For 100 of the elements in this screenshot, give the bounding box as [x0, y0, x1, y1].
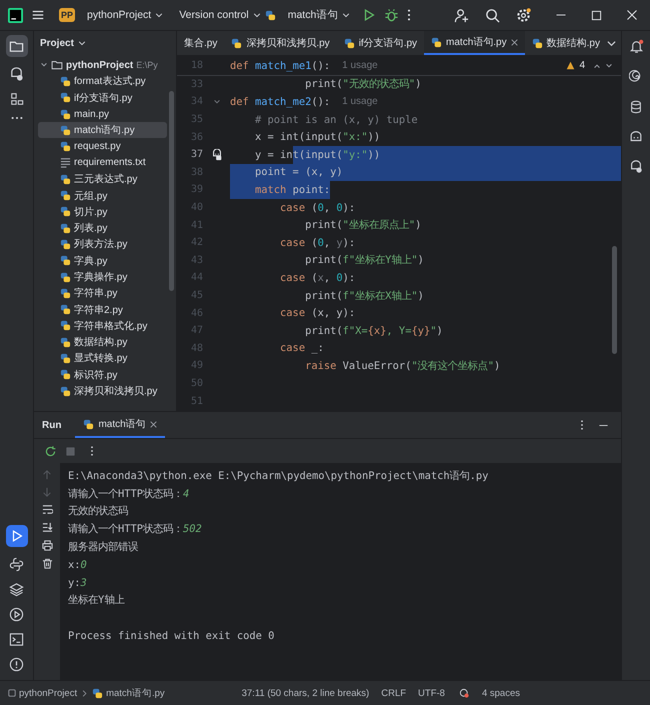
python-file-icon: [231, 38, 242, 48]
code-text: raise: [304, 358, 338, 374]
file-item[interactable]: 字符串2.py: [38, 301, 167, 318]
maximize-icon[interactable]: [591, 10, 602, 20]
code-text: )): [368, 130, 380, 146]
menu-icon[interactable]: [31, 8, 45, 22]
file-item[interactable]: 列表方法.py: [38, 236, 167, 253]
notifications-icon[interactable]: [628, 39, 644, 54]
console-line: 坐标在Y轴上: [68, 593, 126, 608]
layers-icon[interactable]: [9, 582, 24, 597]
tree-item[interactable]: pythonProject E:\Py: [34, 57, 176, 74]
more-icon[interactable]: [407, 8, 412, 22]
code-text: "坐标在原点上": [342, 218, 416, 234]
project-tool-button[interactable]: [6, 35, 28, 57]
folder-path: E:\Py: [136, 60, 158, 70]
vcs-dropdown[interactable]: Version control: [175, 7, 265, 23]
panel-title: Run: [42, 420, 62, 430]
print-icon[interactable]: [42, 540, 52, 551]
structure-icon[interactable]: [10, 92, 24, 106]
file-item[interactable]: 字符串格式化.py: [38, 318, 167, 334]
warning-icon[interactable]: [566, 61, 576, 70]
python-file-icon: [60, 141, 71, 152]
more-icon[interactable]: [90, 445, 94, 457]
file-item[interactable]: 深拷贝和浅拷贝.py: [38, 382, 167, 400]
code-text: ():: [311, 94, 330, 110]
problems-icon[interactable]: [9, 657, 24, 672]
chevron-down-icon: [78, 39, 86, 47]
code-text: "y:": [342, 146, 368, 164]
code-text: print(: [304, 218, 343, 234]
inspection-icon[interactable]: [458, 688, 470, 698]
line-number: 37: [190, 149, 203, 160]
editor-tab[interactable]: match语句.py: [424, 31, 525, 55]
spiral-icon[interactable]: [629, 70, 643, 84]
console-line: y:3: [68, 576, 88, 591]
code-text: {y}: [411, 324, 430, 339]
breadcrumb-item[interactable]: match语句.py: [106, 686, 165, 700]
text-file-icon: [60, 157, 71, 168]
file-item[interactable]: 切片.py: [38, 204, 167, 220]
breadcrumb-item[interactable]: pythonProject: [19, 688, 78, 698]
chevron-down-icon: [155, 11, 164, 19]
project-view-dropdown[interactable]: Project: [34, 36, 92, 50]
console-line: Process finished with exit code 0: [68, 629, 276, 644]
code-text: (x, y):: [311, 306, 356, 322]
file-item[interactable]: if分支语句.py: [38, 90, 167, 106]
file-item[interactable]: main.py: [38, 106, 167, 122]
file-item[interactable]: match语句.py: [38, 122, 167, 138]
file-item[interactable]: 显式转换.py: [38, 350, 167, 367]
editor-tab[interactable]: if分支语句.py: [336, 31, 424, 55]
run-config-dropdown[interactable]: match语句: [284, 6, 354, 24]
file-item[interactable]: 标识符.py: [38, 366, 167, 383]
editor-tab[interactable]: 集合.py: [177, 31, 224, 55]
python-file-icon: [60, 336, 71, 348]
python-file-icon: [60, 369, 71, 380]
line-separator[interactable]: CRLF: [381, 688, 406, 698]
python-file-icon: [92, 688, 104, 698]
console-line: 请输入一个HTTP状态码：502: [68, 522, 203, 538]
indent-setting[interactable]: 4 spaces: [482, 688, 520, 698]
caret-position[interactable]: 37:11 (50 chars, 2 line breaks): [242, 688, 370, 698]
file-item[interactable]: 字典操作.py: [38, 268, 167, 286]
python-file-icon: [60, 174, 71, 185]
file-item[interactable]: format表达式.py: [38, 73, 167, 90]
more-icon[interactable]: [580, 419, 584, 431]
file-encoding[interactable]: UTF-8: [418, 688, 445, 698]
fold-chevron-icon[interactable]: [212, 98, 220, 106]
bug-icon[interactable]: [384, 8, 400, 22]
file-item[interactable]: 字典.py: [38, 252, 167, 269]
search-icon[interactable]: [485, 8, 500, 22]
warning-count[interactable]: 4: [579, 60, 585, 71]
run-tool-button[interactable]: [6, 525, 28, 547]
database-icon[interactable]: [629, 100, 643, 114]
editor-tab[interactable]: 深拷贝和浅拷贝.py: [224, 31, 337, 55]
more-icon[interactable]: [10, 116, 24, 120]
run-icon[interactable]: [362, 8, 376, 22]
close-icon[interactable]: [150, 420, 157, 428]
file-item[interactable]: request.py: [38, 138, 167, 155]
settings-icon[interactable]: [516, 8, 531, 22]
code-text: (: [311, 236, 318, 251]
editor-tab[interactable]: 数据结构.py: [524, 31, 607, 55]
file-item[interactable]: requirements.txt: [38, 154, 167, 172]
code-text: print(: [304, 288, 343, 304]
file-item[interactable]: 三元表达式.py: [38, 171, 167, 188]
file-item[interactable]: 数据结构.py: [38, 334, 167, 350]
console-line: x:0: [68, 558, 88, 573]
project-dropdown[interactable]: pythonProject: [83, 7, 168, 23]
code-text: ): [415, 218, 422, 234]
play-circle-icon[interactable]: [9, 607, 24, 622]
close-icon[interactable]: [510, 38, 518, 46]
trash-icon[interactable]: [42, 558, 52, 569]
code-text: ": [430, 324, 436, 339]
scroll-to-end-icon[interactable]: [42, 522, 52, 533]
chevron-down-icon[interactable]: [605, 62, 613, 70]
file-item[interactable]: 字符串.py: [38, 285, 167, 302]
file-item[interactable]: 元组.py: [38, 187, 167, 204]
add-user-icon[interactable]: [454, 8, 469, 22]
rerun-icon[interactable]: [44, 444, 57, 458]
soft-wrap-icon[interactable]: [42, 504, 52, 515]
file-item[interactable]: 列表.py: [38, 220, 167, 236]
chevron-down-icon[interactable]: [606, 38, 616, 48]
terminal-icon[interactable]: [9, 632, 24, 647]
code-text: def: [230, 94, 250, 110]
